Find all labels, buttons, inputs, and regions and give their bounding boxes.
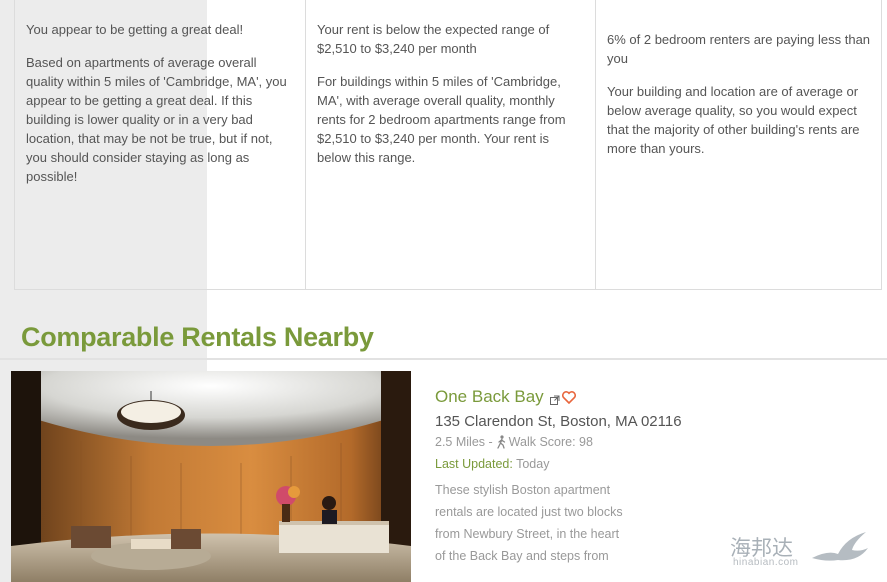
bird-icon	[812, 532, 868, 561]
percentile-panel: 6% of 2 bedroom renters are paying less …	[595, 0, 882, 289]
listing-distance: 2.5 Miles -	[435, 435, 493, 449]
listing-updated: Last Updated: Today	[435, 457, 549, 471]
deal-heading: You appear to be getting a great deal!	[26, 22, 244, 37]
updated-value: Today	[516, 457, 550, 471]
watermark-en: hinabian.com	[733, 557, 799, 568]
comparables-title: Comparable Rentals Nearby	[21, 322, 374, 352]
listing-name-link[interactable]: One Back Bay	[435, 387, 544, 407]
section-divider	[0, 358, 887, 360]
percentile-body: Your building and location are of averag…	[607, 84, 860, 156]
external-link-icon[interactable]	[549, 392, 560, 405]
watermark-logo: 海邦达 hinabian.com	[730, 528, 870, 572]
listing-address: 135 Clarendon St, Boston, MA 02116	[435, 413, 682, 430]
walk-icon	[496, 435, 507, 449]
listing-walk-score: Walk Score: 98	[508, 435, 593, 449]
listing-meta: 2.5 Miles - Walk Score: 98	[435, 435, 593, 449]
deal-panel: You appear to be getting a great deal! B…	[15, 0, 305, 289]
percentile-heading: 6% of 2 bedroom renters are paying less …	[607, 32, 871, 66]
range-panel: Your rent is below the expected range of…	[305, 0, 595, 289]
updated-label: Last Updated:	[435, 457, 513, 471]
listing-description: These stylish Boston apartment rentals a…	[435, 483, 623, 563]
range-body: For buildings within 5 miles of 'Cambrid…	[317, 74, 566, 165]
rent-analysis-panels: You appear to be getting a great deal! B…	[14, 0, 882, 290]
listing-photo[interactable]	[11, 371, 411, 582]
heart-icon[interactable]	[561, 390, 576, 404]
range-heading: Your rent is below the expected range of…	[317, 22, 550, 56]
deal-body: Based on apartments of average overall q…	[26, 55, 287, 184]
listing-card: One Back Bay 135 Clarendon St, Boston, M…	[435, 386, 735, 563]
listing-name-row: One Back Bay	[435, 386, 735, 408]
